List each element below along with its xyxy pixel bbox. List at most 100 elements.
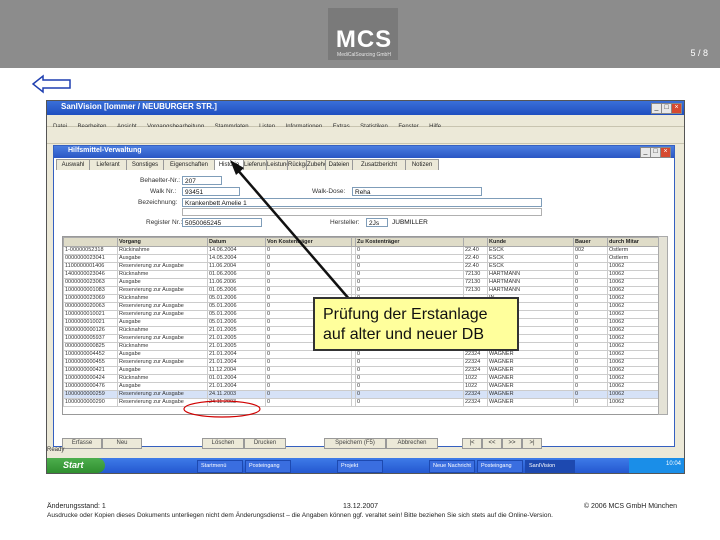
tab-eigenschaften[interactable]: Eigenschaften	[163, 159, 215, 170]
table-cell: 1000000000259	[63, 390, 118, 399]
column-header[interactable]: Vorgang	[117, 237, 208, 247]
tab-zusatzbericht[interactable]: Zusatzbericht	[352, 159, 406, 170]
register-field[interactable]: 5050065245	[182, 218, 262, 227]
table-cell: Ostlerm	[607, 246, 659, 255]
column-header[interactable]	[463, 237, 488, 247]
table-cell: 11.12.2004	[207, 366, 266, 375]
hersteller-code-field[interactable]: 2Js	[366, 218, 388, 227]
tab-sonstiges[interactable]: Sonstiges	[126, 159, 164, 170]
table-cell: 21.01.2004	[207, 350, 266, 359]
column-header[interactable]	[63, 237, 118, 247]
table-cell: 0	[265, 254, 352, 263]
close-button[interactable]: ×	[671, 103, 682, 114]
table-scrollbar[interactable]	[658, 236, 668, 415]
tab-leistungen[interactable]: Leistungen	[266, 159, 296, 170]
child-close-button[interactable]: ×	[660, 147, 671, 158]
table-cell: 0	[573, 358, 608, 367]
table-cell: Rücknahme	[117, 270, 208, 279]
table-row[interactable]: 0000000023063 Ausgabe 11.06.2006 0 0 72130 HAR…	[63, 278, 659, 287]
tab-auswahl[interactable]: Auswahl	[56, 159, 90, 170]
tab-rueckgabe[interactable]: Rückgabe	[287, 159, 315, 170]
table-row[interactable]: 1-00000052318 Rückinahme 14.06.2004 0 0 22.40…	[63, 246, 659, 255]
column-header[interactable]: Zu Kostenträger	[355, 237, 464, 247]
table-cell: 0000000023041	[63, 254, 118, 263]
tab-lieferant[interactable]: Lieferant	[89, 159, 127, 170]
table-row[interactable]: 1000000000421 Ausgabe 11.12.2004 0 0 22324 WAG…	[63, 366, 659, 375]
table-cell: 0	[573, 278, 608, 287]
taskbar-task-projekt[interactable]: Projekt	[337, 460, 383, 473]
table-row[interactable]: 1000000000455 Reservierung zur Ausgabe 21.…	[63, 358, 659, 367]
taskbar-task-neue-nachricht[interactable]: Neue Nachricht	[429, 460, 475, 473]
table-row[interactable]: 1000000000259 Reservierung zur Ausgabe 24.…	[63, 390, 659, 399]
table-cell: 72130	[463, 278, 488, 287]
tray-clock: 10:04	[665, 461, 681, 467]
table-row[interactable]: 1400000023046 Rücknahme 01.06.2006 0 0 72130 H…	[63, 270, 659, 279]
table-cell: 0	[573, 342, 608, 351]
taskbar-task-posteingang-2[interactable]: Posteingang	[477, 460, 523, 473]
table-cell: 10062	[607, 334, 659, 343]
table-row[interactable]: 1000000000290 Reservierung zur Ausgabe 24.…	[63, 398, 659, 407]
table-row[interactable]: 1000000000424 Rücknahme 01.01.2004 0 0 1022 WA…	[63, 374, 659, 383]
table-cell: 1000000010021	[63, 318, 118, 327]
taskbar-task-startmenue[interactable]: Startmenü	[197, 460, 243, 473]
walk-nr-label: Walk Nr.:	[150, 188, 177, 195]
table-cell: 0	[573, 350, 608, 359]
column-header[interactable]: Von Kostenträger	[265, 237, 352, 247]
tab-notizen[interactable]: Notizen	[405, 159, 439, 170]
table-cell: 01.01.2004	[207, 374, 266, 383]
table-cell: 22.40	[463, 246, 488, 255]
tab-zubehoer[interactable]: Zubehör	[306, 159, 329, 170]
taskbar-task-posteingang[interactable]: Posteingang	[245, 460, 291, 473]
table-cell: Reservierung zur Ausgabe	[117, 398, 208, 407]
table-row[interactable]: 1100000001406 Reservierung zur Ausgabe 11.…	[63, 262, 659, 271]
callout-line-2: auf alter und neuer DB	[323, 326, 484, 343]
taskbar-task-sanivision[interactable]: SanIVision	[525, 460, 575, 473]
table-cell: Reservierung zur Ausgabe	[117, 334, 208, 343]
table-cell: 05.01.2006	[207, 310, 266, 319]
app-toolbar	[47, 127, 684, 144]
table-row[interactable]: 1000000000476 Ausgabe 21.01.2004 0 0 1022 WAGN…	[63, 382, 659, 391]
walk-dose-field[interactable]: Reha	[352, 187, 482, 196]
table-cell: 0	[355, 350, 464, 359]
child-title-bar: Hilfsmittel-Verwaltung _ □ ×	[54, 146, 674, 158]
table-cell: 22324	[463, 350, 488, 359]
table-cell: WAGNER	[487, 374, 574, 383]
table-row[interactable]: 0000000023041 Ausgabe 14.05.2004 0 0 22.40 ESC…	[63, 254, 659, 263]
column-header[interactable]: Datum	[207, 237, 266, 247]
table-cell: 0	[265, 350, 352, 359]
start-button[interactable]: Start	[47, 458, 105, 473]
table-cell: 10062	[607, 294, 659, 303]
tab-historie[interactable]: Historie	[214, 159, 244, 170]
table-row[interactable]: 1000000001083 Reservierung zur Ausgabe 01.…	[63, 286, 659, 295]
bezeichnung-extra-field[interactable]	[182, 208, 542, 216]
table-cell: 0	[265, 358, 352, 367]
table-cell: WAGNER	[487, 366, 574, 375]
column-header[interactable]: durch Mitar	[607, 237, 659, 247]
table-row[interactable]: 1000000004452 Ausgabe 21.01.2004 0 0 22324 WAG…	[63, 350, 659, 359]
table-cell: HARTMANN	[487, 286, 574, 295]
tab-dateien[interactable]: Dateien	[325, 159, 353, 170]
table-cell: 1000000004452	[63, 350, 118, 359]
back-arrow-icon[interactable]	[32, 74, 72, 94]
table-cell: Rücknahme	[117, 294, 208, 303]
status-bar: Ready	[47, 447, 65, 453]
column-header[interactable]: Kunde	[487, 237, 574, 247]
table-cell: 10062	[607, 278, 659, 287]
column-header[interactable]: Bauer	[573, 237, 608, 247]
walk-nr-field[interactable]: 93451	[182, 187, 240, 196]
table-cell: 0	[573, 302, 608, 311]
behaelter-field[interactable]: 207	[182, 176, 222, 185]
app-menu-bar: Datei Bearbeiten Ansicht Vorgangsbearbei…	[47, 115, 684, 130]
app-title: SanIVision [lommer / NEUBURGER STR.]	[61, 102, 217, 111]
table-cell: 0	[573, 286, 608, 295]
app-title-bar: SanIVision [lommer / NEUBURGER STR.] _ □…	[47, 101, 684, 115]
bezeichnung-field[interactable]: Krankenbett Amelie 1	[182, 198, 542, 207]
tab-lieferungen[interactable]: Lieferungen	[243, 159, 276, 170]
table-cell: Reservierung zur Ausgabe	[117, 302, 208, 311]
table-cell: Reservierung zur Ausgabe	[117, 262, 208, 271]
table-cell: 0000000000126	[63, 326, 118, 335]
table-cell: 0	[265, 382, 352, 391]
table-cell: 0	[573, 366, 608, 375]
table-cell: WAGNER	[487, 382, 574, 391]
table-cell: Ausgabe	[117, 382, 208, 391]
